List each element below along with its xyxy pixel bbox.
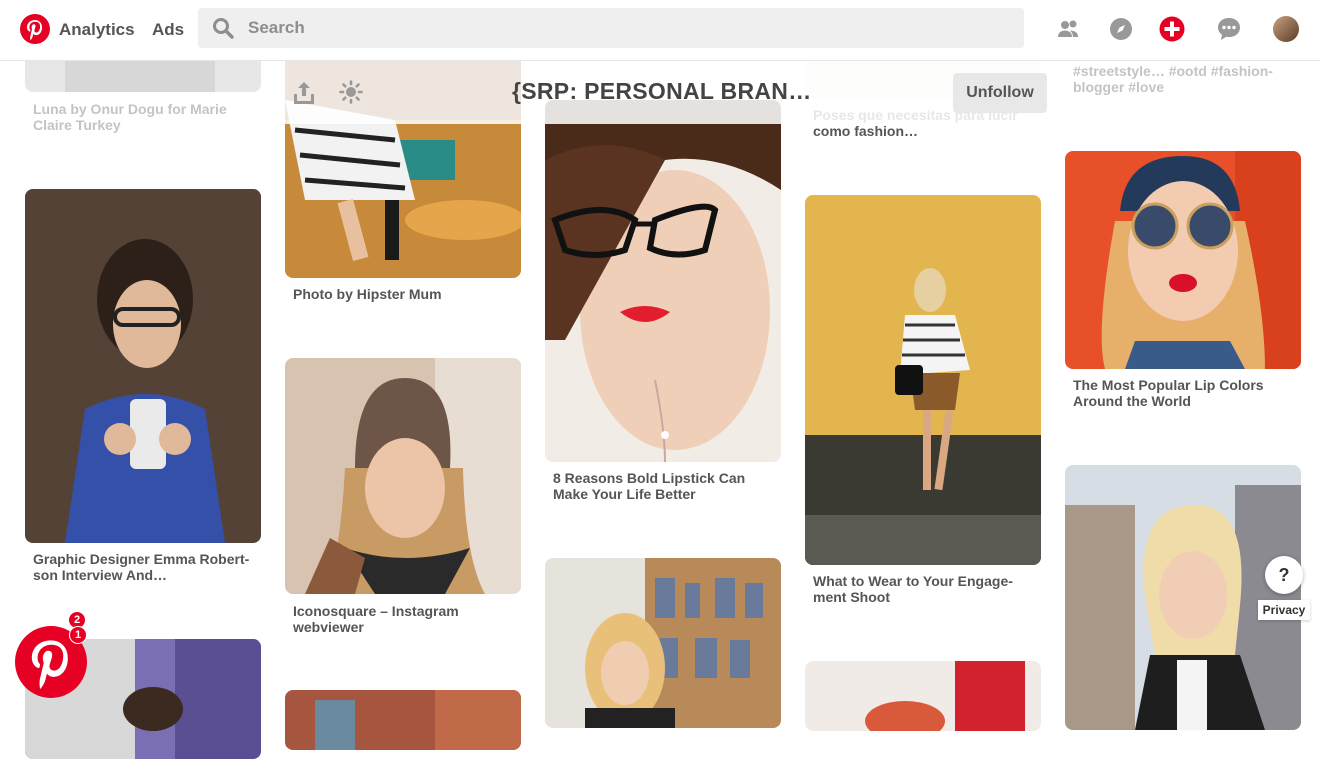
- pin-caption: What to Wear to Your Engage-ment Shoot: [813, 573, 1013, 605]
- people-icon[interactable]: [1056, 16, 1082, 42]
- user-avatar[interactable]: [1273, 16, 1299, 42]
- pin-image[interactable]: [1065, 151, 1301, 369]
- search-input[interactable]: [248, 8, 1008, 48]
- pin-image[interactable]: [25, 189, 261, 543]
- create-pin-plus-icon[interactable]: [1159, 16, 1185, 42]
- pin-image[interactable]: [285, 690, 521, 750]
- notification-badge: 1: [69, 626, 87, 644]
- unfollow-button[interactable]: Unfollow: [953, 73, 1047, 113]
- pin-image[interactable]: [1065, 465, 1301, 730]
- messages-icon[interactable]: [1216, 16, 1242, 42]
- pin-caption: Iconosquare – Instagram webviewer: [293, 603, 459, 635]
- search-bar[interactable]: [198, 8, 1024, 48]
- ads-link[interactable]: Ads: [152, 20, 184, 40]
- pin-image[interactable]: [805, 195, 1041, 565]
- board-header: {SRP: PERSONAL BRAN… Unfollow: [285, 60, 1055, 124]
- explore-compass-icon[interactable]: [1108, 16, 1134, 42]
- pin-image[interactable]: [805, 661, 1041, 731]
- pinterest-logo-icon[interactable]: [20, 14, 50, 44]
- board-title: {SRP: PERSONAL BRAN…: [512, 78, 812, 104]
- search-icon: [212, 17, 234, 44]
- pin-image[interactable]: [285, 358, 521, 594]
- pin-caption: Graphic Designer Emma Robert-son Intervi…: [33, 551, 250, 583]
- analytics-link[interactable]: Analytics: [59, 20, 135, 40]
- pin-image[interactable]: [545, 558, 781, 728]
- pin-caption: Luna by Onur Dogu for Marie Claire Turke…: [33, 101, 227, 133]
- pin-caption: The Most Popular Lip Colors Around the W…: [1073, 377, 1264, 409]
- help-button[interactable]: ?: [1265, 556, 1303, 594]
- pin-caption: Photo by Hipster Mum: [293, 286, 442, 302]
- settings-gear-icon[interactable]: [339, 80, 363, 109]
- pin-caption: #streetstyle… #ootd #fashion-blogger #lo…: [1073, 63, 1273, 95]
- pin-caption: 8 Reasons Bold Lipstick Can Make Your Li…: [553, 470, 746, 502]
- top-navigation-bar: Analytics Ads: [0, 0, 1320, 61]
- pin-image[interactable]: [545, 100, 781, 462]
- share-upload-icon[interactable]: [292, 80, 316, 111]
- privacy-link[interactable]: Privacy: [1258, 600, 1310, 620]
